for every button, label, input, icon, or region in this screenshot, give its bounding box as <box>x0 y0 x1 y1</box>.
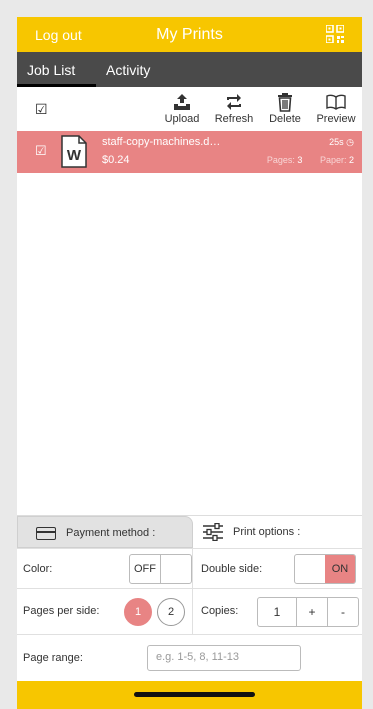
double-side-toggle[interactable]: ON <box>294 554 356 584</box>
options-panel: Payment method : Print options : Color: … <box>17 515 362 709</box>
svg-text:W: W <box>67 147 82 164</box>
book-icon <box>326 94 346 110</box>
upload-button[interactable]: Upload <box>156 91 208 125</box>
copies-label: Copies: <box>201 605 239 617</box>
clock-icon: ◷ <box>346 137 354 147</box>
color-cell: Color: OFF <box>17 549 193 589</box>
double-side-off-option[interactable] <box>295 555 325 583</box>
pages-count: 3 <box>297 155 303 165</box>
delete-button[interactable]: Delete <box>259 91 311 125</box>
refresh-icon <box>227 94 241 110</box>
double-side-label: Double side: <box>201 563 263 575</box>
page-title: My Prints <box>156 26 223 43</box>
app-window: Log out My Prints Job List Activity ☑ Up… <box>17 17 362 709</box>
pages-per-side-option-1[interactable]: 1 <box>124 598 152 626</box>
tab-payment-method[interactable]: Payment method : <box>17 516 193 548</box>
copies-value[interactable]: 1 <box>258 598 296 626</box>
pages-per-side-cell: Pages per side: 1 2 <box>17 589 193 635</box>
paper-count: 2 <box>348 155 354 165</box>
preview-button[interactable]: Preview <box>310 91 362 125</box>
job-list-item[interactable]: ☑ W staff-copy-machines.d… $0.24 25s ◷ P… <box>17 131 362 173</box>
select-all-checkbox[interactable]: ☑ <box>35 101 48 118</box>
print-options-label: Print options : <box>233 526 301 538</box>
tab-activity[interactable]: Activity <box>106 62 150 78</box>
delete-label: Delete <box>269 113 301 125</box>
options-row-range: Page range: e.g. 1-5, 8, 11-13 <box>17 634 362 681</box>
preview-label: Preview <box>316 113 356 125</box>
job-time: 25s ◷ <box>329 137 354 148</box>
sliders-icon <box>203 523 223 541</box>
copies-increment-button[interactable]: + <box>296 598 327 626</box>
pages-per-side-option-2[interactable]: 2 <box>157 598 185 626</box>
copies-decrement-button[interactable]: - <box>327 598 358 626</box>
color-label: Color: <box>23 563 53 575</box>
job-meta: Pages: 3 Paper: 2 <box>267 155 354 165</box>
upload-icon <box>174 94 190 110</box>
copies-stepper[interactable]: 1 + - <box>257 597 359 627</box>
upload-label: Upload <box>164 113 200 125</box>
job-checkbox[interactable]: ☑ <box>35 143 47 159</box>
qr-code-icon[interactable] <box>326 25 344 43</box>
trash-icon <box>278 93 292 112</box>
payment-method-label: Payment method : <box>66 527 156 539</box>
word-doc-icon: W <box>61 135 87 168</box>
color-toggle[interactable]: OFF <box>129 554 192 584</box>
home-indicator[interactable] <box>134 692 255 697</box>
job-toolbar: ☑ Upload Refresh Delete Preview <box>17 87 362 131</box>
header-bar: Log out My Prints <box>17 17 362 52</box>
double-side-on-option[interactable]: ON <box>325 555 355 583</box>
job-file-name: staff-copy-machines.d… <box>102 136 221 148</box>
tab-print-options[interactable]: Print options : <box>194 516 362 548</box>
page-range-label: Page range: <box>23 652 83 664</box>
job-time-value: 25s <box>329 137 344 147</box>
tab-job-list[interactable]: Job List <box>27 62 75 78</box>
options-row-pages: Pages per side: 1 2 Copies: 1 + - <box>17 588 362 635</box>
credit-card-icon <box>36 527 56 540</box>
job-price: $0.24 <box>102 154 130 166</box>
pages-label: Pages: <box>266 155 295 165</box>
page-range-input[interactable]: e.g. 1-5, 8, 11-13 <box>147 645 301 671</box>
pages-per-side-label: Pages per side: <box>23 605 100 617</box>
color-off-option[interactable]: OFF <box>130 555 160 583</box>
options-row-color: Color: OFF Double side: ON <box>17 548 362 589</box>
color-on-option[interactable] <box>160 555 191 583</box>
refresh-label: Refresh <box>214 113 254 125</box>
bottom-bar <box>17 681 362 709</box>
paper-label: Paper: <box>319 155 347 165</box>
refresh-button[interactable]: Refresh <box>208 91 260 125</box>
tab-bar: Job List Activity <box>17 52 362 87</box>
